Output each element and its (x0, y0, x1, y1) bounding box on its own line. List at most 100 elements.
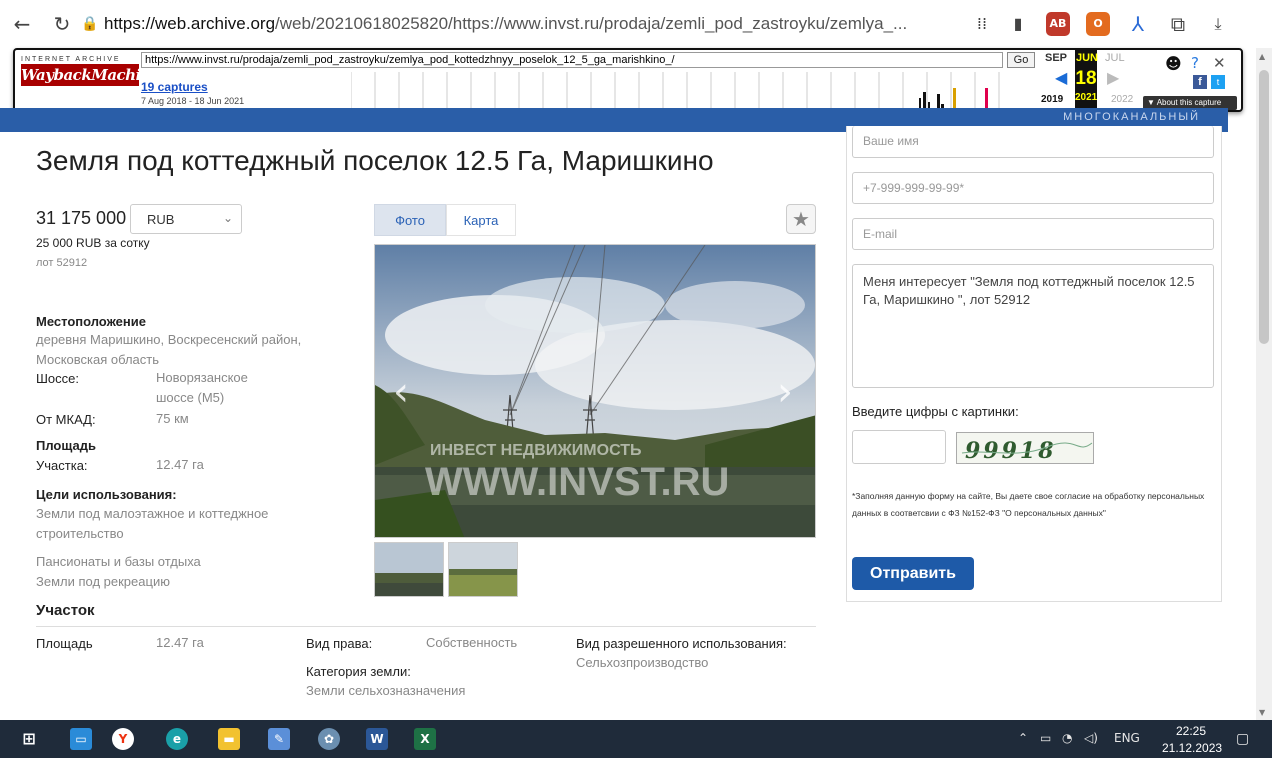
adblock-icon[interactable]: AB (1046, 12, 1070, 36)
section-divider (36, 626, 816, 627)
year-next[interactable]: 2022 (1111, 94, 1133, 105)
lot-number: лот 52912 (36, 257, 88, 269)
next-capture-icon[interactable]: ▶ (1107, 68, 1119, 87)
help-icon[interactable]: ? (1191, 54, 1199, 72)
landscape-photo: ИНВЕСТ НЕДВИЖИМОСТЬ WWW.INVST.RU ‹ › (375, 245, 815, 537)
word-icon[interactable]: W (366, 728, 388, 750)
star-icon[interactable]: ★ (786, 204, 816, 234)
windows-start-icon[interactable]: ⊞ (18, 728, 40, 750)
consent-text: *Заполняя данную форму на сайте, Вы дает… (852, 491, 1205, 518)
currency-select[interactable]: RUB ⌄ (130, 204, 242, 234)
lock-icon: 🔒 (81, 16, 99, 32)
wayback-url-input[interactable]: https://www.invst.ru/prodaja/zemli_pod_z… (141, 52, 1003, 68)
office-icon[interactable]: O (1086, 12, 1110, 36)
captures-link[interactable]: 19 captures (141, 80, 208, 94)
rights-label: Вид права: (306, 636, 373, 651)
usage-value: Сельхозпроизводство (576, 655, 709, 670)
detail-area-value: 12.47 га (156, 635, 204, 650)
captcha-code: 99918 (965, 438, 1057, 464)
paint-icon[interactable]: ✿ (318, 728, 340, 750)
extensions-grid-icon[interactable]: ⁞⁞ (970, 12, 994, 36)
message-textarea[interactable]: Меня интересует "Земля под коттеджный по… (852, 264, 1214, 388)
location-heading: Местоположение (36, 314, 146, 329)
name-field[interactable]: Ваше имя (852, 126, 1214, 158)
clock-time[interactable]: 22:25 (1176, 724, 1206, 738)
submit-button[interactable]: Отправить (852, 557, 974, 590)
purpose-item: Земли под рекреацию (36, 574, 170, 589)
watermark-line-1: ИНВЕСТ НЕДВИЖИМОСТЬ (430, 442, 642, 459)
month-prev[interactable]: SEP (1045, 52, 1067, 64)
captures-sparkline[interactable] (351, 72, 1015, 110)
scroll-down-icon[interactable]: ▼ (1259, 708, 1265, 717)
email-field[interactable]: E-mail (852, 218, 1214, 250)
plot-value: 12.47 га (156, 457, 204, 472)
mkad-value: 75 км (156, 411, 189, 426)
detail-area-label: Площадь (36, 636, 93, 651)
notifications-icon[interactable]: ▢ (1236, 731, 1249, 747)
capture-day: 18 (1075, 68, 1097, 89)
yandex-browser-icon[interactable]: Y (112, 728, 134, 750)
tab-photo[interactable]: Фото (374, 204, 446, 236)
collections-icon[interactable]: ⧉ (1166, 12, 1190, 36)
captcha-picture: 99918 (961, 438, 1093, 464)
thumbnail[interactable] (448, 542, 518, 597)
notes-icon[interactable]: ✎ (268, 728, 290, 750)
year-current: 2021 (1075, 92, 1098, 103)
chevron-down-icon: ⌄ (222, 211, 233, 225)
scroll-up-icon[interactable]: ▲ (1259, 52, 1265, 61)
profile-icon[interactable]: ⅄ (1126, 12, 1150, 36)
category-value: Земли сельхозназначения (306, 683, 466, 698)
purpose-item: Земли под малоэтажное и коттеджное строи… (36, 506, 269, 541)
language-indicator[interactable]: ENG (1114, 731, 1140, 745)
address-bar[interactable]: https://web.archive.org/web/202106180258… (104, 14, 907, 34)
facebook-icon[interactable]: f (1193, 75, 1207, 89)
bookmark-icon[interactable]: ▮ (1006, 12, 1030, 36)
chevron-left-icon[interactable]: ‹ (393, 369, 409, 415)
windows-taskbar: ⊞ ▭ Y e ▬ ✎ ✿ W X ⌃ ▭ ◔ ◁) ENG 22:25 21.… (0, 720, 1272, 758)
edge-icon[interactable]: e (166, 728, 188, 750)
area-heading: Площадь (36, 438, 96, 453)
mkad-label: От МКАД: (36, 412, 96, 427)
back-icon[interactable]: ← (10, 12, 34, 36)
prev-capture-icon[interactable]: ◀ (1055, 68, 1067, 87)
tray-chevron-up-icon[interactable]: ⌃ (1018, 731, 1028, 745)
month-next[interactable]: JUL (1105, 52, 1125, 64)
year-prev[interactable]: 2019 (1041, 94, 1063, 105)
reload-icon[interactable]: ↻ (50, 12, 74, 36)
wayback-go-button[interactable]: Go (1007, 52, 1035, 68)
wayback-logo[interactable]: WaybackMachine (21, 64, 161, 86)
main-photo: ИНВЕСТ НЕДВИЖИМОСТЬ WWW.INVST.RU ‹ › (374, 244, 816, 538)
wayback-logo-caption: INTERNET ARCHIVE (21, 56, 121, 63)
usage-label: Вид разрешенного использования: (576, 636, 787, 651)
captcha-input[interactable] (852, 430, 946, 464)
file-explorer-icon[interactable]: ▬ (218, 728, 240, 750)
tab-map[interactable]: Карта (446, 204, 516, 236)
browser-toolbar: ← ↻ 🔒 https://web.archive.org/web/202106… (0, 0, 1272, 48)
twitter-icon[interactable]: t (1211, 75, 1225, 89)
chevron-right-icon[interactable]: › (777, 369, 793, 415)
watermark-line-2: WWW.INVST.RU (425, 460, 729, 504)
location-value: деревня Маришкино, Воскресенский район, … (36, 332, 302, 367)
phone-field[interactable]: +7-999-999-99-99* (852, 172, 1214, 204)
battery-icon[interactable]: ▭ (1040, 731, 1051, 745)
thumbnail-image (449, 543, 517, 596)
highway-value: Новорязанское шоссе (М5) (156, 370, 248, 405)
account-icon[interactable]: ☻ (1165, 54, 1182, 73)
highway-label: Шоссе: (36, 371, 79, 386)
purpose-item: Пансионаты и базы отдыха (36, 554, 201, 569)
excel-icon[interactable]: X (414, 728, 436, 750)
purpose-heading: Цели использования: (36, 487, 177, 502)
plot-label: Участка: (36, 458, 88, 473)
category-label: Категория земли: (306, 664, 411, 679)
task-view-icon[interactable]: ▭ (70, 728, 92, 750)
clock-date[interactable]: 21.12.2023 (1162, 741, 1222, 755)
scrollbar-thumb[interactable] (1259, 70, 1269, 344)
captures-range: 7 Aug 2018 - 18 Jun 2021 (141, 96, 245, 106)
thumbnail[interactable] (374, 542, 444, 597)
section-title: Участок (36, 602, 95, 619)
close-icon[interactable]: ✕ (1213, 54, 1226, 72)
wayback-toolbar: INTERNET ARCHIVE WaybackMachine https://… (13, 48, 1243, 112)
downloads-icon[interactable]: ⤓ (1206, 12, 1230, 36)
volume-icon[interactable]: ◁) (1084, 731, 1098, 745)
wifi-icon[interactable]: ◔ (1062, 731, 1072, 745)
